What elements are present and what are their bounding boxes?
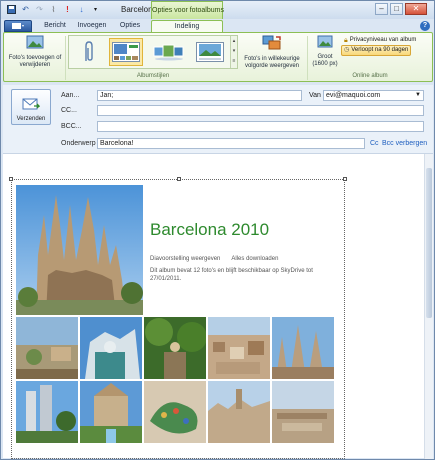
bcc-label[interactable]: BCC... [61,123,82,130]
photo-thumbnail[interactable] [272,317,334,379]
resize-handle[interactable] [343,177,347,181]
download-all-link[interactable]: Alles downloaden [231,256,278,262]
photo-thumbnail[interactable] [16,381,78,443]
customize-toolbar-icon[interactable]: ▾ [89,3,102,16]
resize-handle[interactable] [177,177,181,181]
chevron-down-icon: ▼ [415,92,421,98]
photo-thumbnail[interactable] [208,317,270,379]
gallery-scroll[interactable]: ▴ ▾ ≡ [230,36,237,68]
ribbon-tabs: Bericht Invoegen Opties Indeling ? [1,19,434,33]
photo-album-block[interactable]: Barcelona 2010 Diavoorstelling weergeven… [9,177,347,459]
photo-thumbnail[interactable] [272,381,334,443]
expiry-label: Verloopt na 90 dagen [351,47,409,53]
album-style-grid[interactable] [109,38,143,66]
message-header: Verzenden Aan... Jan; Van evi@maquoi.com… [3,85,433,153]
photo-thumbnail[interactable] [80,317,142,379]
hide-bcc-link[interactable]: Bcc verbergen [382,140,427,147]
photo-thumbnail[interactable] [144,381,206,443]
album-cover-photo[interactable] [16,185,143,315]
bcc-field[interactable] [97,121,424,132]
quick-access-toolbar: ↶ ↷ ⌇ ! ↓ ▾ [5,3,102,16]
from-label: Van [309,92,321,99]
add-remove-photos-label: Foto's toevoegen of verwijderen [8,55,62,68]
privacy-level-label: Privacyniveau van album [349,37,417,43]
close-button[interactable]: ✕ [405,3,427,15]
photo-icon [26,35,44,52]
to-field[interactable]: Jan; [97,90,302,101]
cc-field[interactable] [97,105,424,116]
send-label: Verzenden [16,116,46,122]
album-title: Barcelona 2010 [150,220,270,239]
cc-label[interactable]: CC... [61,107,77,114]
undo-icon[interactable]: ↶ [19,3,32,16]
app-menu-button[interactable] [4,20,32,32]
album-style-filmstrip[interactable] [151,38,187,66]
expiry-button[interactable]: ◷ Verloopt na 90 dagen [341,45,412,56]
to-label[interactable]: Aan... [61,92,79,99]
clock-icon: ◷ [344,47,350,53]
context-tab-group-title: Opties voor fotoalbums [151,1,224,19]
photo-thumbnail[interactable] [144,317,206,379]
shuffle-photos-label: Foto's in willekeurige volgorde weergeve… [244,56,300,69]
scrollbar-thumb[interactable] [426,168,432,318]
from-select[interactable]: evi@maquoi.com ▼ [323,90,424,101]
subject-label: Onderwerp [61,140,96,147]
shuffle-photos-button[interactable]: Foto's in willekeurige volgorde weergeve… [240,35,304,70]
album-style-gallery: ▴ ▾ ≡ [68,35,238,69]
add-remove-photos-button[interactable]: Foto's toevoegen of verwijderen [7,35,63,69]
album-links: Diavoorstelling weergeven Alles download… [150,256,278,262]
send-icon [22,97,41,113]
lock-icon: 🔒︎ [344,37,348,44]
online-album-group-label: Online album [352,73,388,79]
shuffle-photos-icon [262,35,282,54]
photo-thumbnail[interactable] [16,317,78,379]
ribbon: Foto's toevoegen of verwijderen ▴ ▾ ≡ Albu… [3,32,433,82]
message-body[interactable]: Barcelona 2010 Diavoorstelling weergeven… [3,153,433,459]
slideshow-link[interactable]: Diavoorstelling weergeven [150,256,220,262]
redo-icon[interactable]: ↷ [33,3,46,16]
subject-field[interactable]: Barcelona! [97,138,365,149]
mail-window: ↶ ↷ ⌇ ! ↓ ▾ Barcelona! Opties voor fotoa… [0,0,435,460]
maximize-button[interactable]: □ [390,3,403,15]
cc-link[interactable]: Cc [370,140,379,147]
photo-thumbnail[interactable] [80,381,142,443]
save-icon[interactable] [5,3,18,16]
priority-low-icon[interactable]: ↓ [75,3,88,16]
title-bar: ↶ ↷ ⌇ ! ↓ ▾ Barcelona! Opties voor fotoa… [1,1,434,19]
photo-size-label: Groot (1600 px) [312,54,338,67]
attach-icon[interactable]: ⌇ [47,3,60,16]
photo-size-icon [317,35,333,52]
minimize-button[interactable]: – [375,3,388,15]
priority-high-icon[interactable]: ! [61,3,74,16]
help-icon[interactable]: ? [420,21,430,31]
album-styles-group-label: Albumstijlen [136,73,170,79]
body-scrollbar[interactable] [424,154,433,459]
resize-handle[interactable] [9,177,13,181]
from-value: evi@maquoi.com [326,92,381,99]
album-description: Dit album bevat 12 foto's en blijft besc… [150,268,313,282]
photo-thumbnail[interactable] [208,381,270,443]
paperclip-style-icon[interactable] [73,38,103,66]
send-button[interactable]: Verzenden [11,89,51,125]
album-style-large[interactable] [193,38,227,66]
photo-size-button[interactable]: Groot (1600 px) [310,35,340,68]
